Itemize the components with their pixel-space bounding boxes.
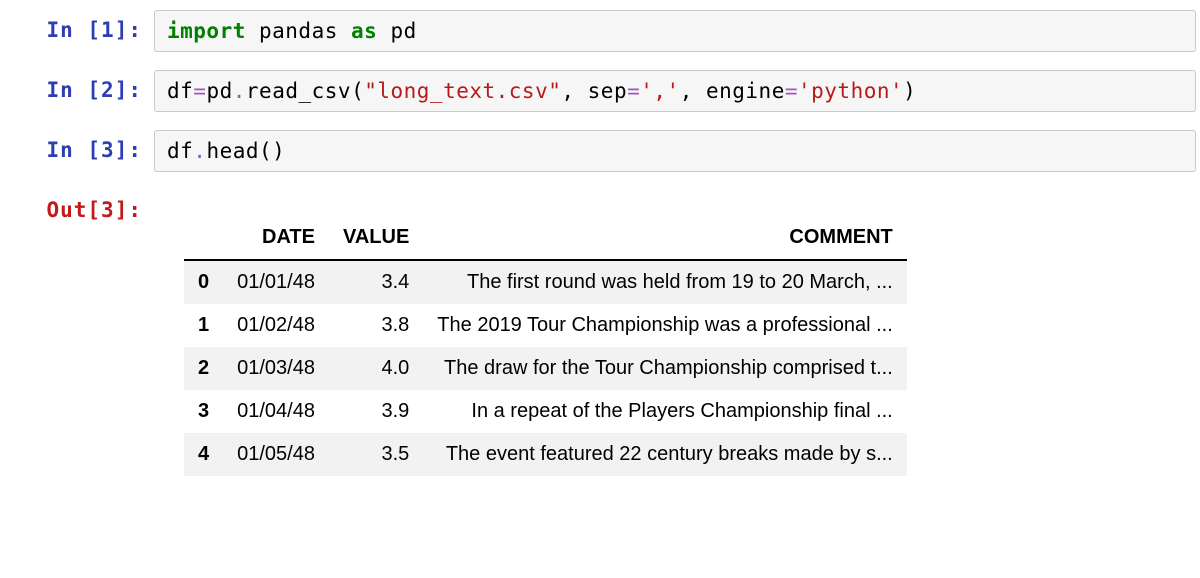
notebook-cell: In [3]: df.head() [4, 130, 1196, 172]
code-token: = [627, 79, 640, 103]
code-token: read_csv [246, 79, 351, 103]
code-token: 'python' [798, 79, 903, 103]
code-token: import [167, 19, 246, 43]
code-token: = [193, 79, 206, 103]
row-index: 0 [184, 260, 223, 304]
input-prompt: In [3]: [4, 130, 154, 170]
code-token: pd [377, 19, 416, 43]
cell-date: 01/01/48 [223, 260, 329, 304]
code-token: ( [351, 79, 364, 103]
cell-comment: The event featured 22 century breaks mad… [423, 433, 906, 476]
code-token: () [259, 139, 285, 163]
cell-comment: In a repeat of the Players Championship … [423, 390, 906, 433]
cell-date: 01/04/48 [223, 390, 329, 433]
input-prompt: In [1]: [4, 10, 154, 50]
code-token: . [193, 139, 206, 163]
code-token: ',' [640, 79, 679, 103]
cell-comment: The 2019 Tour Championship was a profess… [423, 304, 906, 347]
input-prompt: In [2]: [4, 70, 154, 110]
column-header: DATE [223, 216, 329, 260]
cell-value: 3.9 [329, 390, 423, 433]
table-row: 1 01/02/48 3.8 The 2019 Tour Championshi… [184, 304, 907, 347]
cell-date: 01/03/48 [223, 347, 329, 390]
code-token: "long_text.csv" [364, 79, 561, 103]
code-input[interactable]: df=pd.read_csv("long_text.csv", sep=',',… [154, 70, 1196, 112]
code-token: pandas [246, 19, 351, 43]
code-token: . [233, 79, 246, 103]
output-area: DATE VALUE COMMENT 0 01/01/48 3.4 The fi… [154, 190, 1196, 482]
row-index: 2 [184, 347, 223, 390]
dataframe-table: DATE VALUE COMMENT 0 01/01/48 3.4 The fi… [184, 216, 907, 476]
code-token: df [167, 79, 193, 103]
notebook-cell: In [2]: df=pd.read_csv("long_text.csv", … [4, 70, 1196, 112]
cell-date: 01/05/48 [223, 433, 329, 476]
output-prompt: Out[3]: [4, 190, 154, 230]
column-header: VALUE [329, 216, 423, 260]
row-index: 4 [184, 433, 223, 476]
row-index: 3 [184, 390, 223, 433]
table-row: 3 01/04/48 3.9 In a repeat of the Player… [184, 390, 907, 433]
cell-value: 3.4 [329, 260, 423, 304]
code-token: , engine [680, 79, 785, 103]
code-token: pd [206, 79, 232, 103]
code-token: df [167, 139, 193, 163]
column-header: COMMENT [423, 216, 906, 260]
cell-date: 01/02/48 [223, 304, 329, 347]
code-token: as [351, 19, 377, 43]
table-row: 4 01/05/48 3.5 The event featured 22 cen… [184, 433, 907, 476]
code-token: ) [903, 79, 916, 103]
cell-value: 3.8 [329, 304, 423, 347]
code-token: , sep [561, 79, 627, 103]
row-index: 1 [184, 304, 223, 347]
table-row: 0 01/01/48 3.4 The first round was held … [184, 260, 907, 304]
table-row: 2 01/03/48 4.0 The draw for the Tour Cha… [184, 347, 907, 390]
index-header [184, 216, 223, 260]
code-input[interactable]: df.head() [154, 130, 1196, 172]
notebook-cell: In [1]: import pandas as pd [4, 10, 1196, 52]
cell-value: 4.0 [329, 347, 423, 390]
code-input[interactable]: import pandas as pd [154, 10, 1196, 52]
notebook-output: Out[3]: DATE VALUE COMMENT 0 01/01/48 3.… [4, 190, 1196, 482]
cell-comment: The draw for the Tour Championship compr… [423, 347, 906, 390]
code-token: = [785, 79, 798, 103]
code-token: head [206, 139, 259, 163]
cell-value: 3.5 [329, 433, 423, 476]
cell-comment: The first round was held from 19 to 20 M… [423, 260, 906, 304]
